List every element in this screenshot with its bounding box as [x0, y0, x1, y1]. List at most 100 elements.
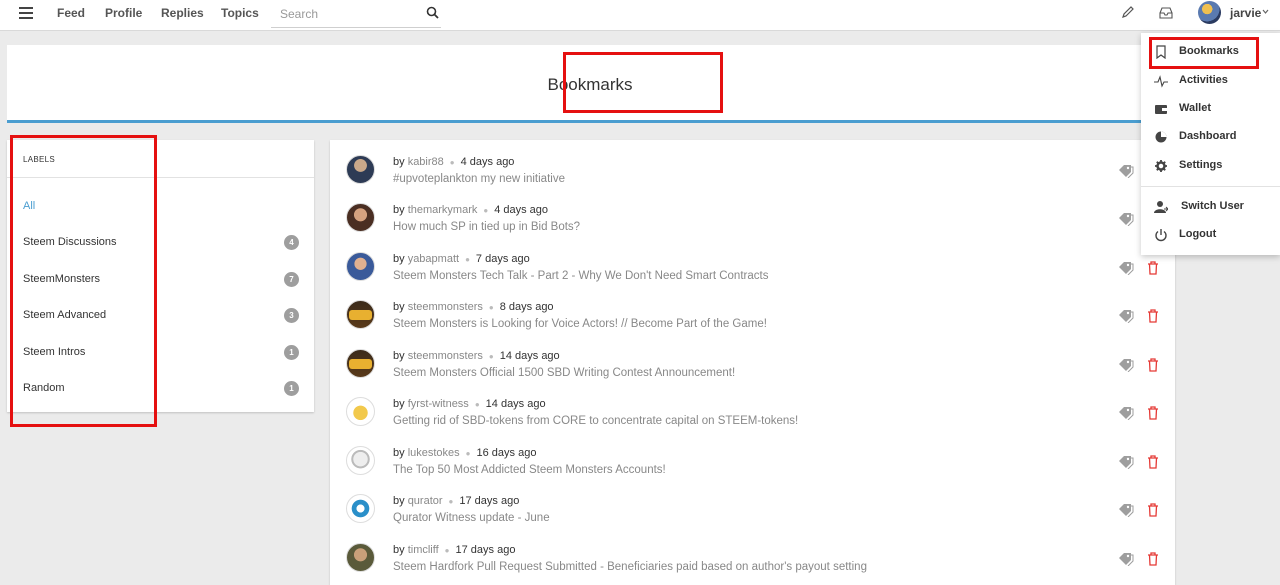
- author-avatar[interactable]: [346, 300, 375, 329]
- pencil-icon[interactable]: [1121, 5, 1135, 19]
- author-link[interactable]: themarkymark: [408, 204, 478, 216]
- author-avatar[interactable]: [346, 397, 375, 426]
- author-avatar[interactable]: [346, 494, 375, 523]
- post-title-link[interactable]: Steem Monsters Tech Talk - Part 2 - Why …: [393, 270, 768, 282]
- tag-icon[interactable]: [1118, 358, 1134, 372]
- activity-pulse-icon: [1154, 75, 1168, 88]
- author-link[interactable]: timcliff: [408, 544, 439, 556]
- author-avatar[interactable]: [346, 349, 375, 378]
- menu-label: Logout: [1179, 228, 1217, 240]
- author-link[interactable]: lukestokes: [408, 447, 460, 459]
- gear-icon: [1155, 160, 1167, 172]
- tag-icon[interactable]: [1118, 503, 1134, 517]
- nav-link-feed[interactable]: Feed: [57, 6, 85, 20]
- trash-icon[interactable]: [1147, 455, 1159, 469]
- bookmark-row: by kabir88 ● 4 days ago #upvoteplankton my…: [330, 140, 1175, 188]
- author-avatar[interactable]: [346, 203, 375, 232]
- tag-icon[interactable]: [1118, 212, 1134, 226]
- count-badge: 1: [284, 345, 299, 360]
- menu-item-wallet[interactable]: Wallet: [1141, 97, 1280, 121]
- menu-item-settings[interactable]: Settings: [1141, 154, 1280, 178]
- trash-icon[interactable]: [1147, 261, 1159, 275]
- post-title-link[interactable]: #upvoteplankton my new initiative: [393, 173, 565, 185]
- menu-label: Activities: [1179, 74, 1228, 86]
- post-title-link[interactable]: How much SP in tied up in Bid Bots?: [393, 221, 580, 233]
- menu-label: Settings: [1179, 159, 1223, 171]
- menu-item-logout[interactable]: Logout: [1141, 223, 1280, 247]
- search-input[interactable]: [271, 0, 441, 28]
- menu-item-dashboard[interactable]: Dashboard: [1141, 125, 1280, 149]
- nav-link-replies[interactable]: Replies: [161, 6, 204, 20]
- post-meta: by kabir88 ● 4 days ago: [393, 156, 515, 168]
- author-link[interactable]: kabir88: [408, 156, 444, 168]
- bookmark-row: by themarkymark ● 4 days ago How much SP i…: [330, 188, 1175, 236]
- trash-icon[interactable]: [1147, 309, 1159, 323]
- post-title-link[interactable]: Steem Hardfork Pull Request Submitted - …: [393, 561, 867, 573]
- bookmark-row: by steemmonsters ● 8 days ago Steem Monste…: [330, 285, 1175, 333]
- highlight-box-labels: [10, 135, 157, 427]
- author-link[interactable]: steemmonsters: [408, 350, 483, 362]
- tag-icon[interactable]: [1118, 455, 1134, 469]
- nav-link-topics[interactable]: Topics: [221, 6, 259, 20]
- author-avatar[interactable]: [346, 155, 375, 184]
- author-avatar[interactable]: [346, 446, 375, 475]
- post-meta: by themarkymark ● 4 days ago: [393, 204, 549, 216]
- post-age: 17 days ago: [455, 544, 516, 556]
- count-badge: 7: [284, 272, 299, 287]
- menu-item-switch-user[interactable]: Switch User: [1141, 195, 1280, 219]
- menu-label: Dashboard: [1179, 130, 1237, 142]
- tag-icon[interactable]: [1118, 552, 1134, 566]
- trash-icon[interactable]: [1147, 406, 1159, 420]
- post-age: 16 days ago: [476, 447, 537, 459]
- user-avatar[interactable]: [1198, 1, 1221, 24]
- post-meta: by yabapmatt ● 7 days ago: [393, 253, 530, 265]
- post-age: 14 days ago: [499, 350, 560, 362]
- tag-icon[interactable]: [1118, 164, 1134, 178]
- post-age: 7 days ago: [475, 253, 530, 265]
- post-meta: by qurator ● 17 days ago: [393, 495, 520, 507]
- author-avatar[interactable]: [346, 252, 375, 281]
- tag-icon[interactable]: [1118, 261, 1134, 275]
- post-title-link[interactable]: Steem Monsters Official 1500 SBD Writing…: [393, 367, 735, 379]
- tag-icon[interactable]: [1118, 309, 1134, 323]
- wallet-icon: [1155, 105, 1167, 114]
- tag-icon[interactable]: [1118, 406, 1134, 420]
- search-icon[interactable]: [426, 6, 439, 19]
- author-link[interactable]: fyrst-witness: [408, 398, 469, 410]
- menu-item-activities[interactable]: Activities: [1141, 69, 1280, 93]
- post-age: 14 days ago: [485, 398, 546, 410]
- bookmark-row: by steemmonsters ● 14 days ago Steem Monst…: [330, 334, 1175, 382]
- post-meta: by lukestokes ● 16 days ago: [393, 447, 537, 459]
- username-label[interactable]: jarvie: [1230, 6, 1261, 20]
- count-badge: 4: [284, 235, 299, 250]
- bookmark-row: by lukestokes ● 16 days ago The Top 50 Mos…: [330, 431, 1175, 479]
- author-link[interactable]: steemmonsters: [408, 301, 483, 313]
- divider: [1141, 186, 1280, 187]
- bookmark-row: by fyrst-witness ● 14 days ago Getting rid…: [330, 382, 1175, 430]
- post-title-link[interactable]: Steem Monsters is Looking for Voice Acto…: [393, 318, 767, 330]
- inbox-icon[interactable]: [1159, 7, 1173, 19]
- power-icon: [1155, 229, 1167, 242]
- hamburger-menu-icon[interactable]: [19, 7, 33, 19]
- bookmark-row: by timcliff ● 17 days ago Steem Hardfork P…: [330, 528, 1175, 576]
- post-meta: by fyrst-witness ● 14 days ago: [393, 398, 546, 410]
- author-link[interactable]: qurator: [408, 495, 443, 507]
- post-meta: by steemmonsters ● 8 days ago: [393, 301, 554, 313]
- post-title-link[interactable]: Getting rid of SBD-tokens from CORE to c…: [393, 415, 798, 427]
- highlight-box-bookmarks-menu: [1149, 37, 1259, 69]
- post-meta: by timcliff ● 17 days ago: [393, 544, 516, 556]
- post-title-link[interactable]: The Top 50 Most Addicted Steem Monsters …: [393, 464, 666, 476]
- chevron-down-icon[interactable]: [1262, 8, 1269, 15]
- trash-icon[interactable]: [1147, 358, 1159, 372]
- post-age: 8 days ago: [499, 301, 554, 313]
- nav-link-profile[interactable]: Profile: [105, 6, 142, 20]
- menu-label: Switch User: [1181, 200, 1244, 212]
- trash-icon[interactable]: [1147, 552, 1159, 566]
- menu-label: Wallet: [1179, 102, 1211, 114]
- author-link[interactable]: yabapmatt: [408, 253, 459, 265]
- bookmark-list: by kabir88 ● 4 days ago #upvoteplankton my…: [330, 140, 1175, 585]
- highlight-box-title: [563, 52, 723, 113]
- trash-icon[interactable]: [1147, 503, 1159, 517]
- post-title-link[interactable]: Qurator Witness update - June: [393, 512, 550, 524]
- author-avatar[interactable]: [346, 543, 375, 572]
